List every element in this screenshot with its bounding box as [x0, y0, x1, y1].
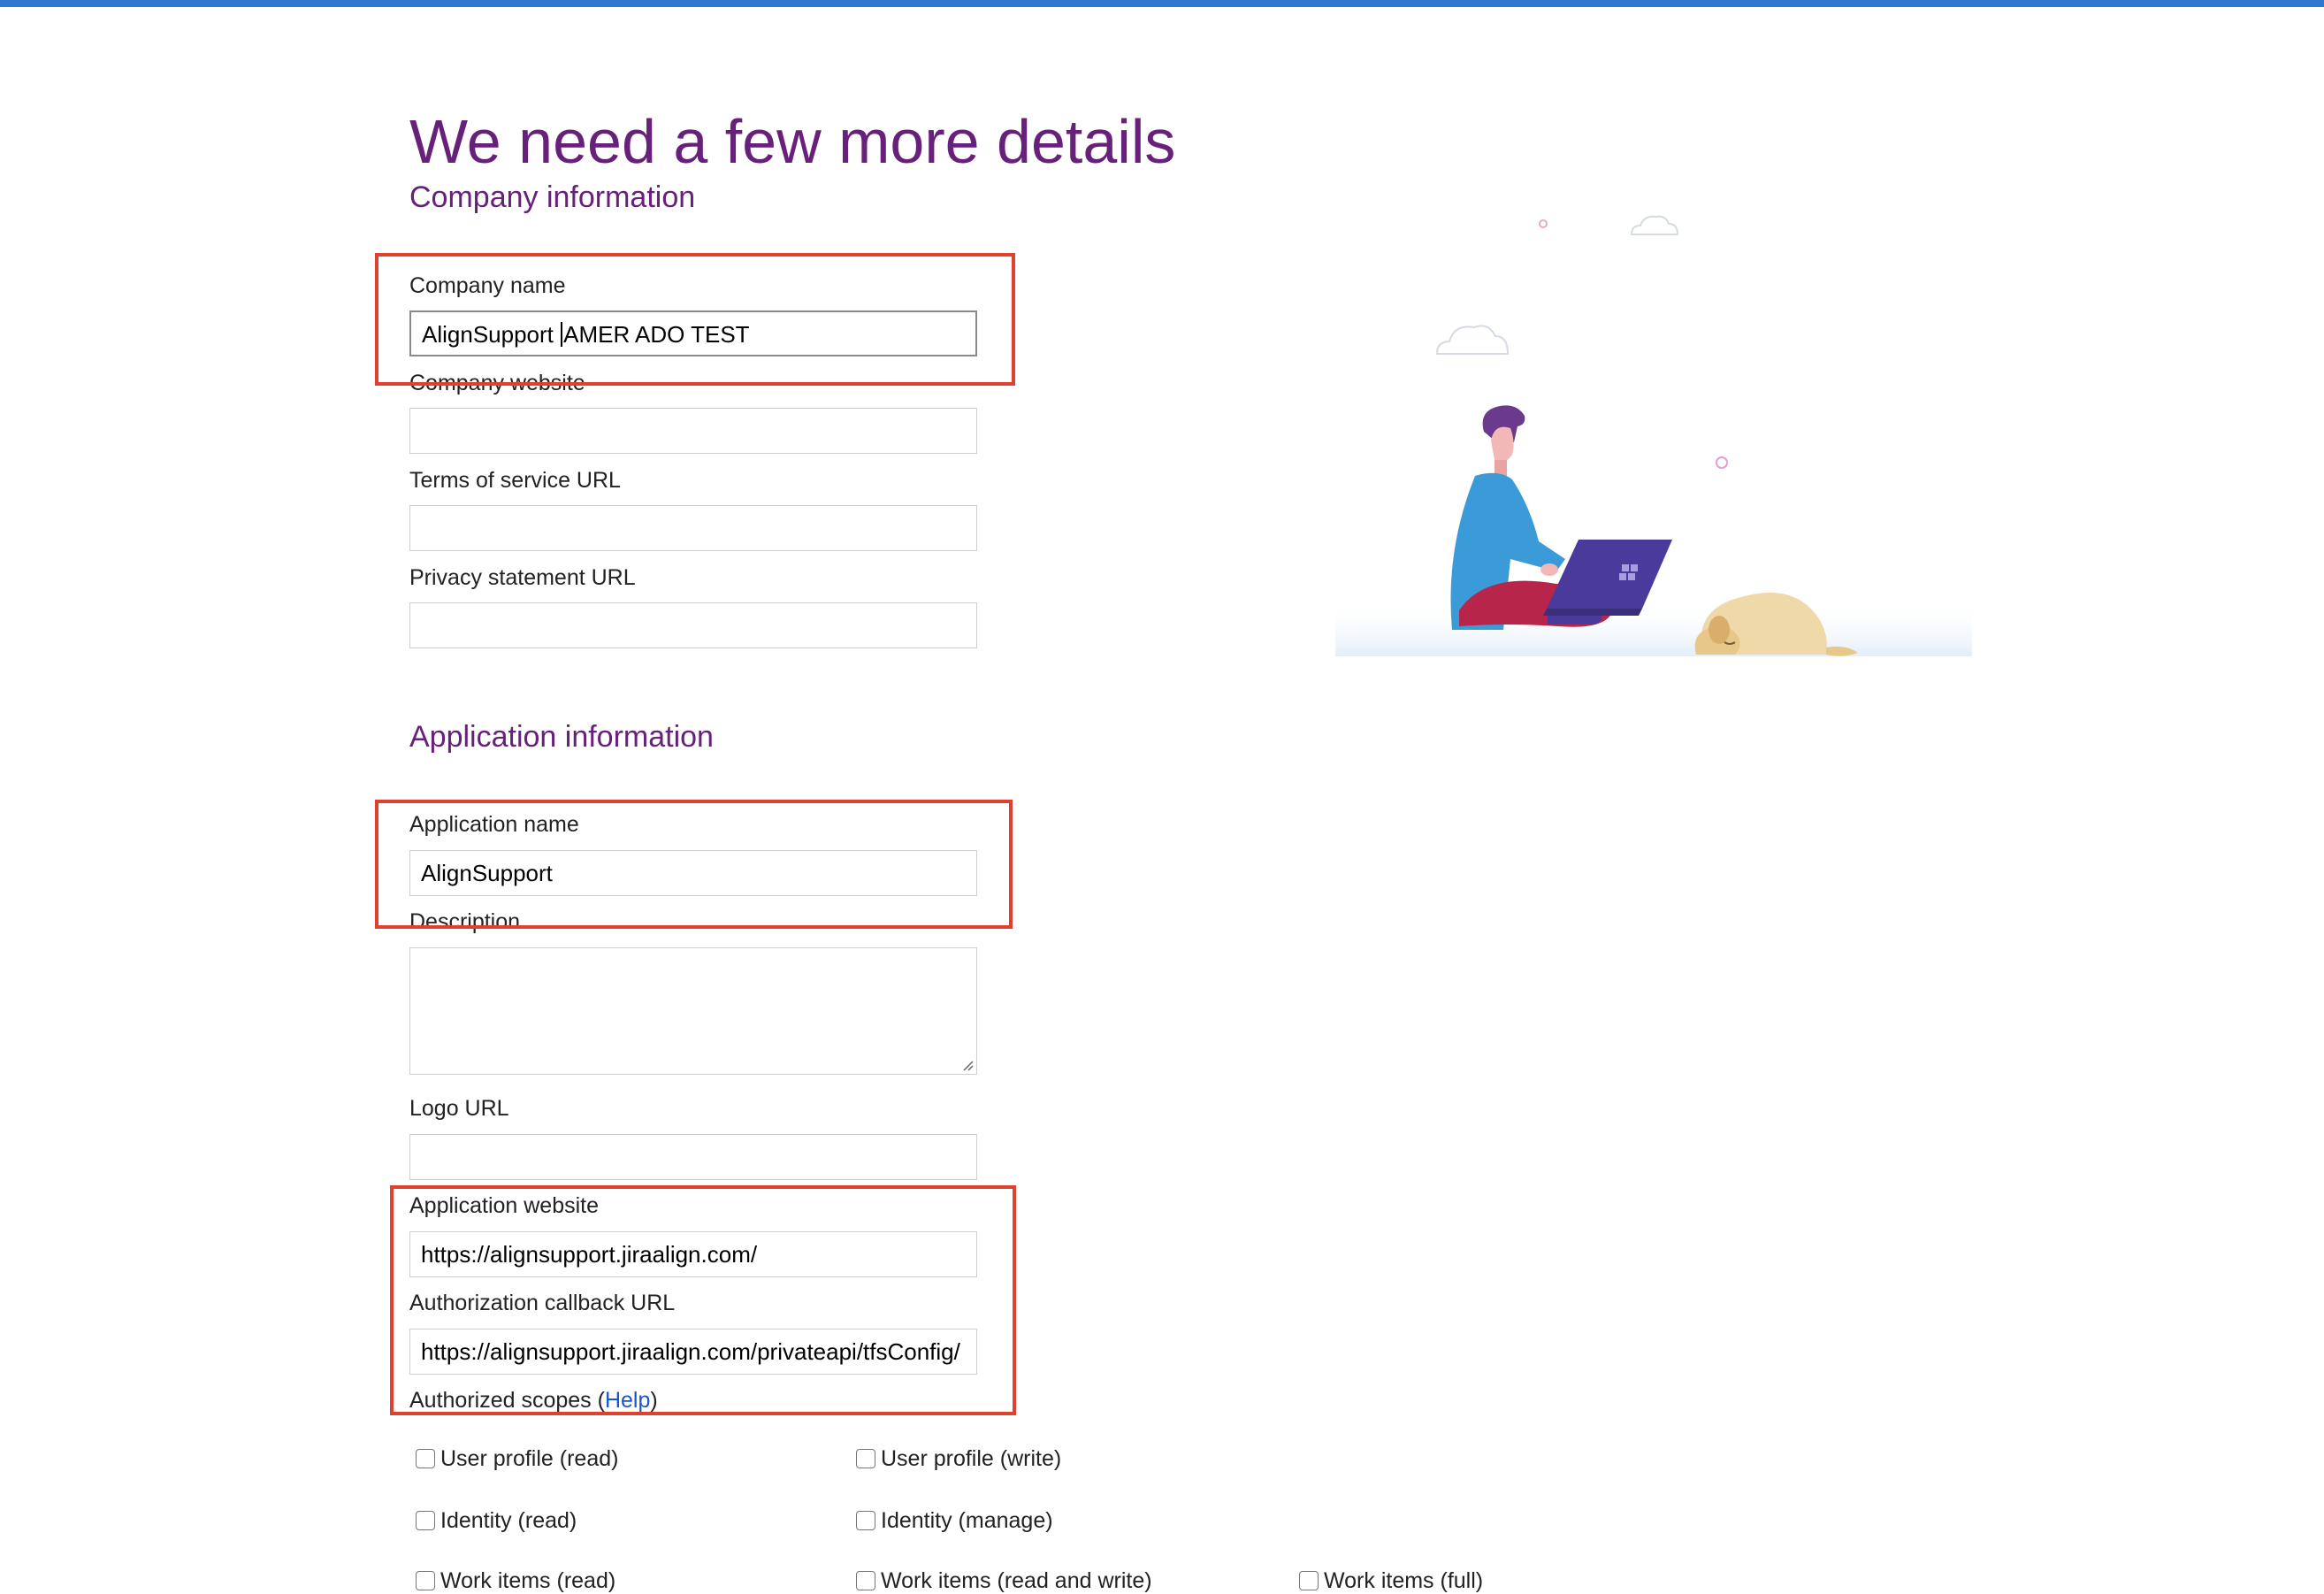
cloud-icon — [1435, 325, 1510, 355]
authorization-callback-label: Authorization callback URL — [409, 1291, 676, 1315]
scope-option[interactable]: Work items (full) — [1299, 1567, 1483, 1594]
decor-circle — [1716, 456, 1728, 469]
checkbox-icon[interactable] — [416, 1571, 435, 1590]
application-name-input[interactable]: AlignSupport — [409, 850, 977, 896]
logo-url-input[interactable] — [409, 1134, 977, 1180]
terms-of-service-input[interactable] — [409, 505, 977, 551]
scopes-label-prefix: Authorized scopes ( — [409, 1388, 605, 1413]
application-website-input[interactable]: https://alignsupport.jiraalign.com/ — [409, 1231, 977, 1277]
page-title: We need a few more details — [409, 107, 1176, 176]
scope-label: User profile (read) — [440, 1446, 619, 1471]
top-accent-bar — [0, 0, 2324, 7]
company-name-value-part2: AMER ADO TEST — [563, 321, 750, 348]
application-name-label: Application name — [409, 812, 579, 837]
company-name-input[interactable]: AlignSupport AMER ADO TEST — [409, 310, 977, 356]
privacy-statement-input[interactable] — [409, 602, 977, 648]
scopes-label-suffix: ) — [650, 1388, 658, 1413]
scope-label: Identity (read) — [440, 1508, 577, 1533]
company-website-input[interactable] — [409, 408, 977, 454]
text-caret — [561, 322, 563, 347]
checkbox-icon[interactable] — [1299, 1571, 1319, 1590]
company-name-label: Company name — [409, 273, 566, 298]
scope-label: Identity (manage) — [881, 1508, 1053, 1533]
scope-option[interactable]: Identity (read) — [416, 1507, 577, 1534]
authorized-scopes-label: Authorized scopes (Help) — [409, 1387, 658, 1414]
scopes-help-link[interactable]: Help — [605, 1388, 650, 1413]
scope-option[interactable]: Identity (manage) — [856, 1507, 1053, 1534]
scope-option[interactable]: User profile (read) — [416, 1445, 618, 1472]
scope-option[interactable]: Work items (read and write) — [856, 1567, 1152, 1594]
checkbox-icon[interactable] — [856, 1449, 875, 1468]
scope-option[interactable]: User profile (write) — [856, 1445, 1061, 1472]
company-section-title: Company information — [409, 180, 696, 214]
decor-circle — [1539, 219, 1548, 228]
terms-of-service-label: Terms of service URL — [409, 468, 621, 493]
checkbox-icon[interactable] — [416, 1511, 435, 1530]
description-textarea[interactable] — [409, 947, 977, 1075]
company-website-label: Company website — [409, 371, 585, 395]
scope-label: Work items (read and write) — [881, 1568, 1152, 1593]
authorization-callback-input[interactable]: https://alignsupport.jiraalign.com/priva… — [409, 1329, 977, 1375]
scope-label: Work items (read) — [440, 1568, 616, 1593]
privacy-statement-label: Privacy statement URL — [409, 565, 636, 590]
scope-option[interactable]: Work items (read) — [416, 1567, 615, 1594]
checkbox-icon[interactable] — [416, 1449, 435, 1468]
company-name-value-part1: AlignSupport — [422, 321, 561, 348]
description-label: Description — [409, 909, 521, 934]
person-with-laptop-illustration — [1335, 215, 1972, 656]
resize-grip-icon[interactable] — [961, 1059, 974, 1071]
checkbox-icon[interactable] — [856, 1571, 875, 1590]
application-website-label: Application website — [409, 1193, 600, 1218]
logo-url-label: Logo URL — [409, 1096, 509, 1121]
ground-shadow — [1335, 602, 1972, 656]
scope-label: User profile (write) — [881, 1446, 1062, 1471]
application-section-title: Application information — [409, 720, 714, 754]
scope-label: Work items (full) — [1324, 1568, 1484, 1593]
cloud-icon — [1630, 215, 1679, 235]
checkbox-icon[interactable] — [856, 1511, 875, 1530]
person-with-laptop-icon — [1450, 405, 1672, 630]
